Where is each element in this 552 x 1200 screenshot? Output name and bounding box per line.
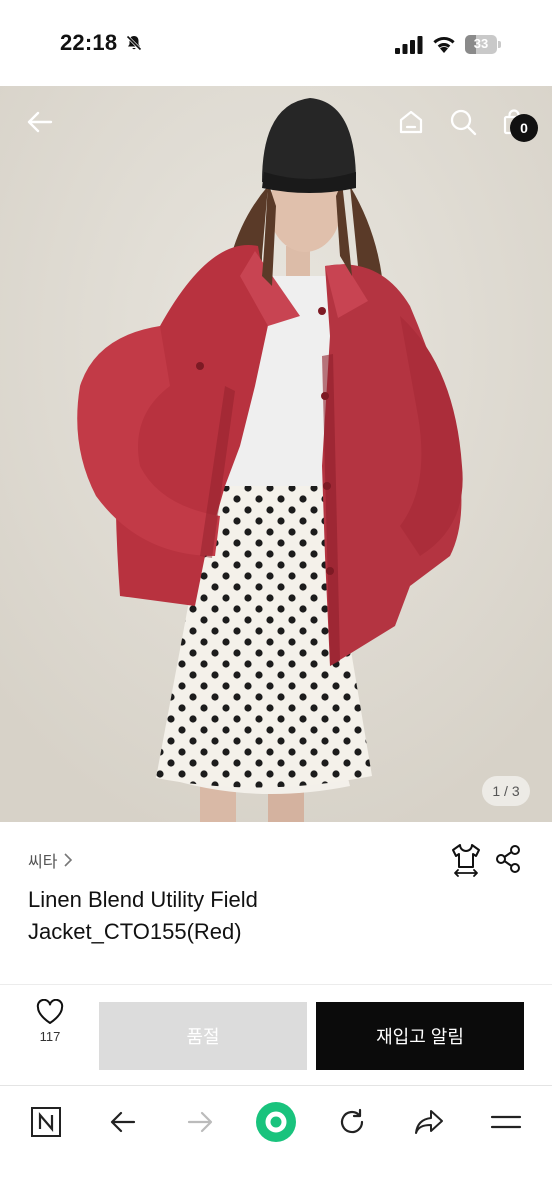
search-icon	[450, 109, 477, 136]
tshirt-size-icon	[452, 844, 480, 877]
image-page-counter: 1 / 3	[482, 776, 530, 806]
back-button[interactable]	[20, 102, 60, 142]
brand-name: 씨타	[28, 854, 58, 871]
battery-level: 33	[473, 36, 489, 51]
product-title: Linen Blend Utility Field Jacket_CTO155(…	[28, 887, 258, 944]
browser-back-button[interactable]	[99, 1098, 147, 1146]
like-button[interactable]: 117	[22, 999, 78, 1059]
chevron-right-icon	[64, 853, 73, 867]
soldout-button: 품절	[99, 1002, 307, 1070]
home-icon	[399, 110, 423, 134]
product-info: 씨타 Linen Blend Utility Field Jacket_CTO1…	[0, 822, 552, 984]
search-button[interactable]	[443, 102, 483, 142]
size-guide-button[interactable]	[450, 842, 482, 878]
status-time: 22:18	[60, 30, 118, 55]
cart-count-badge: 0	[510, 114, 538, 142]
signal-icon	[395, 36, 423, 54]
share-button[interactable]	[494, 844, 522, 874]
green-home-button[interactable]	[252, 1098, 300, 1146]
browser-share-button[interactable]	[405, 1098, 453, 1146]
wifi-icon	[433, 36, 455, 53]
product-image-carousel[interactable]: 0 1 / 3	[0, 86, 552, 822]
refresh-button[interactable]	[328, 1098, 376, 1146]
brand-link[interactable]: 씨타	[28, 848, 73, 872]
status-bar: 22:18 33	[0, 0, 552, 86]
battery-icon: 33	[465, 35, 501, 54]
heart-icon	[36, 999, 64, 1024]
menu-icon	[490, 1115, 522, 1129]
refresh-icon	[340, 1108, 364, 1134]
back-arrow-icon	[110, 1111, 136, 1133]
restock-alert-button[interactable]: 재입고 알림	[316, 1002, 524, 1070]
naver-home-button[interactable]	[22, 1098, 70, 1146]
purchase-action-bar: 117 품절 재입고 알림	[0, 985, 552, 1085]
browser-toolbar	[0, 1085, 552, 1200]
browser-forward-button[interactable]	[176, 1098, 224, 1146]
home-button[interactable]	[391, 102, 431, 142]
bell-off-icon	[126, 35, 142, 51]
share-arrow-icon	[415, 1110, 443, 1134]
product-photo	[0, 86, 552, 822]
green-home-icon	[256, 1102, 296, 1142]
browser-menu-button[interactable]	[482, 1098, 530, 1146]
like-count: 117	[39, 1029, 61, 1044]
forward-arrow-icon	[187, 1111, 213, 1133]
naver-n-icon	[31, 1107, 61, 1137]
share-icon	[496, 845, 520, 873]
arrow-left-icon	[27, 111, 53, 133]
